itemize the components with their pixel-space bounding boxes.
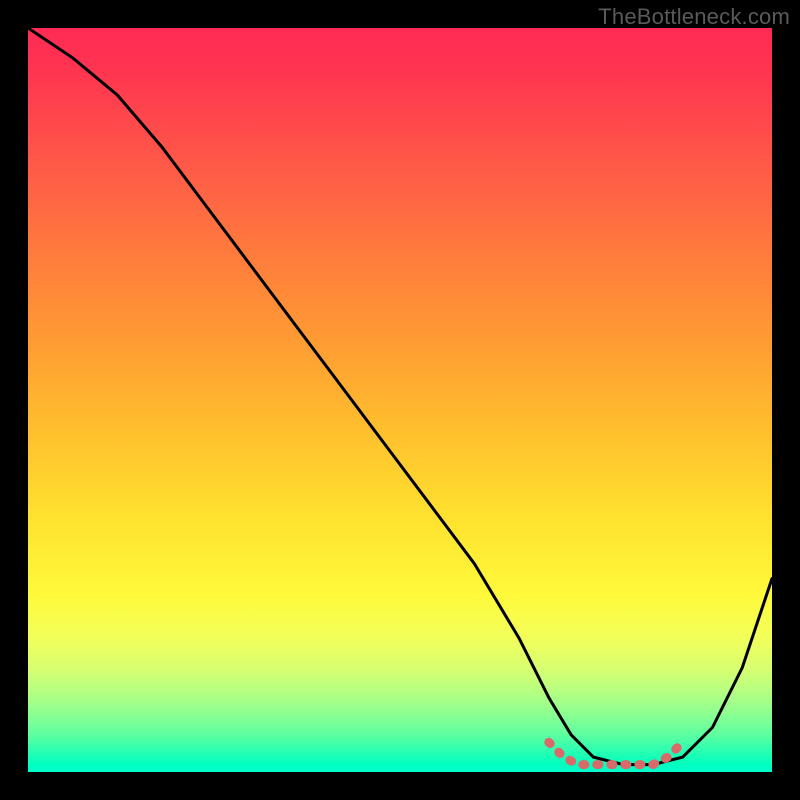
marker-group bbox=[549, 742, 683, 764]
plot-area bbox=[28, 28, 772, 772]
optimal-range-marker bbox=[549, 742, 683, 764]
curve-group bbox=[28, 28, 772, 765]
bottleneck-curve bbox=[28, 28, 772, 765]
chart-svg bbox=[28, 28, 772, 772]
watermark-text: TheBottleneck.com bbox=[598, 4, 790, 30]
chart-frame: TheBottleneck.com bbox=[0, 0, 800, 800]
